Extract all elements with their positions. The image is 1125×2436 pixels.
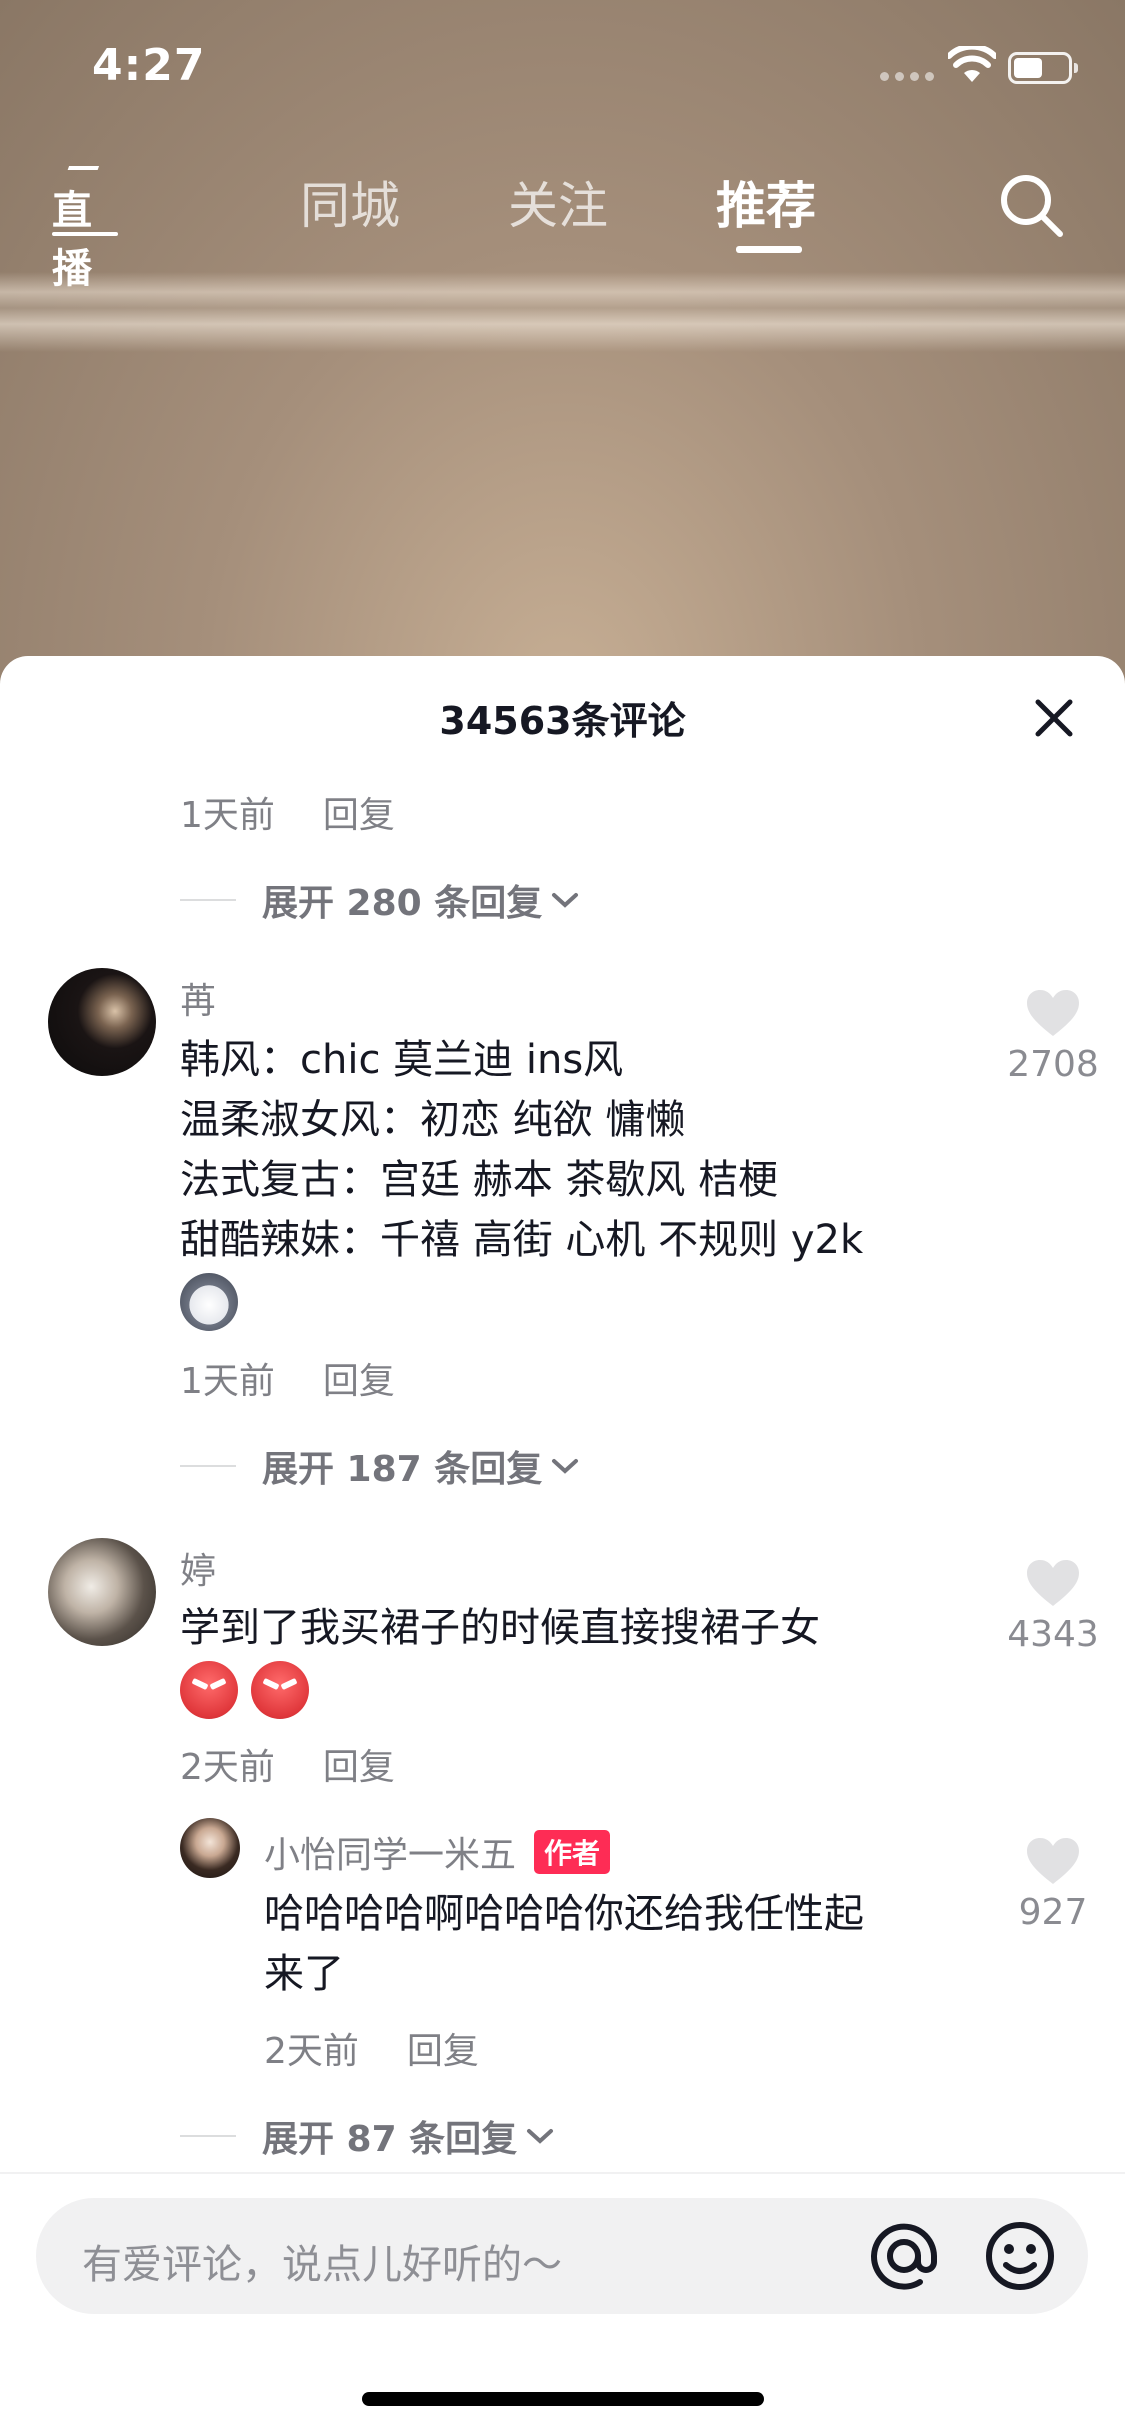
comment-meta: 2天前 回复 xyxy=(180,1738,395,1790)
heart-icon xyxy=(1027,1560,1079,1606)
husky-emoji xyxy=(180,1273,238,1331)
expand-replies-label: 展开 187 条回复 xyxy=(262,1449,543,1490)
ceiling-molding xyxy=(0,272,1125,352)
like-count: 927 xyxy=(1018,1892,1088,1933)
reply-avatar[interactable] xyxy=(180,1818,240,1878)
live-antenna-icon xyxy=(66,166,100,172)
wifi-icon xyxy=(948,46,996,82)
avatar[interactable] xyxy=(48,968,156,1076)
comment-line: 法式复古：宫廷 赫本 茶歇风 桔梗 xyxy=(180,1157,779,1203)
cellular-signal-icon xyxy=(880,72,934,81)
chevron-down-icon xyxy=(552,1459,579,1474)
comment-input[interactable]: 有爱评论，说点儿好听的～ xyxy=(36,2198,1088,2314)
angry-emoji xyxy=(180,1661,238,1719)
reply-username[interactable]: 小怡同学一米五 xyxy=(264,1835,516,1876)
emoji-icon[interactable] xyxy=(984,2220,1056,2292)
search-icon[interactable] xyxy=(996,170,1066,240)
comment-username[interactable]: 苒 xyxy=(180,972,216,1024)
chevron-down-icon xyxy=(527,2129,554,2144)
comments-count-title: 34563条评论 xyxy=(439,699,686,743)
reply-meta: 2天前 回复 xyxy=(264,2022,479,2074)
live-button[interactable]: 直播 xyxy=(48,164,120,292)
mention-icon[interactable] xyxy=(866,2218,942,2294)
comment-line: 甜酷辣妹：千禧 高街 心机 不规则 y2k xyxy=(180,1217,864,1263)
live-label: 直播 xyxy=(52,188,92,292)
comments-sheet: 34563条评论 1天前 回复 展开 280 条回复 苒 韩风：chic 莫兰迪… xyxy=(0,656,1125,2436)
expand-replies-button[interactable]: 展开 87 条回复 xyxy=(180,2110,555,2162)
reply-button[interactable]: 回复 xyxy=(323,1352,395,1404)
like-button[interactable]: 927 xyxy=(988,1836,1118,1933)
comments-list[interactable]: 1天前 回复 展开 280 条回复 苒 韩风：chic 莫兰迪 ins风 温柔淑… xyxy=(0,766,1125,2160)
comment-line: 韩风：chic 莫兰迪 ins风 xyxy=(180,1037,624,1083)
chevron-down-icon xyxy=(552,893,579,908)
reply-button[interactable]: 回复 xyxy=(323,1738,395,1790)
comment-meta: 1天前 回复 xyxy=(180,786,395,838)
comment-input-placeholder: 有爱评论，说点儿好听的～ xyxy=(82,2242,562,2288)
comment-time: 2天前 xyxy=(180,1747,275,1788)
author-badge: 作者 xyxy=(534,1830,611,1874)
status-bar: 4:27 xyxy=(0,0,1125,132)
expand-replies-button[interactable]: 展开 187 条回复 xyxy=(180,1440,580,1492)
reply-button[interactable]: 回复 xyxy=(407,2022,479,2074)
reply-username-row: 小怡同学一米五 作者 xyxy=(264,1826,611,1878)
comment-time: 1天前 xyxy=(180,795,275,836)
expand-replies-label: 展开 87 条回复 xyxy=(262,2119,518,2160)
comment-line: 学到了我买裙子的时候直接搜裙子女 xyxy=(180,1605,820,1651)
heart-icon xyxy=(1027,1838,1079,1884)
like-count: 2708 xyxy=(1007,1044,1099,1085)
top-navigation: 直播 同城 关注 推荐 xyxy=(0,150,1125,292)
reply-text[interactable]: 哈哈哈哈啊哈哈哈你还给我任性起 来了 xyxy=(264,1884,864,2004)
comment-line: 哈哈哈哈啊哈哈哈你还给我任性起 xyxy=(264,1891,864,1937)
comment-line: 温柔淑女风：初恋 纯欲 慵懒 xyxy=(180,1097,686,1143)
tab-recommended[interactable]: 推荐 xyxy=(716,166,816,238)
comment-meta: 1天前 回复 xyxy=(180,1352,395,1404)
like-count: 4343 xyxy=(1007,1614,1099,1655)
battery-icon xyxy=(1008,52,1078,84)
comment-text[interactable]: 学到了我买裙子的时候直接搜裙子女 xyxy=(180,1598,820,1719)
divider xyxy=(0,2172,1125,2174)
tab-following[interactable]: 关注 xyxy=(508,166,608,238)
comment-time: 1天前 xyxy=(180,1361,275,1402)
heart-icon xyxy=(1027,990,1079,1036)
close-icon[interactable] xyxy=(1032,696,1076,740)
comment-time: 2天前 xyxy=(264,2031,359,2072)
home-indicator[interactable] xyxy=(362,2392,764,2406)
avatar[interactable] xyxy=(48,1538,156,1646)
like-button[interactable]: 4343 xyxy=(988,1558,1118,1655)
active-tab-indicator xyxy=(736,246,802,253)
expand-replies-button[interactable]: 展开 280 条回复 xyxy=(180,874,580,926)
angry-emoji xyxy=(250,1661,309,1719)
like-button[interactable]: 2708 xyxy=(988,988,1118,1085)
expand-replies-label: 展开 280 条回复 xyxy=(262,883,543,924)
comment-username[interactable]: 婷 xyxy=(180,1542,216,1594)
status-time: 4:27 xyxy=(92,40,206,91)
reply-button[interactable]: 回复 xyxy=(323,786,395,838)
comment-line: 来了 xyxy=(264,1951,344,1997)
comment-text[interactable]: 韩风：chic 莫兰迪 ins风 温柔淑女风：初恋 纯欲 慵懒 法式复古：宫廷 … xyxy=(180,1030,863,1331)
tab-nearby[interactable]: 同城 xyxy=(300,166,400,238)
